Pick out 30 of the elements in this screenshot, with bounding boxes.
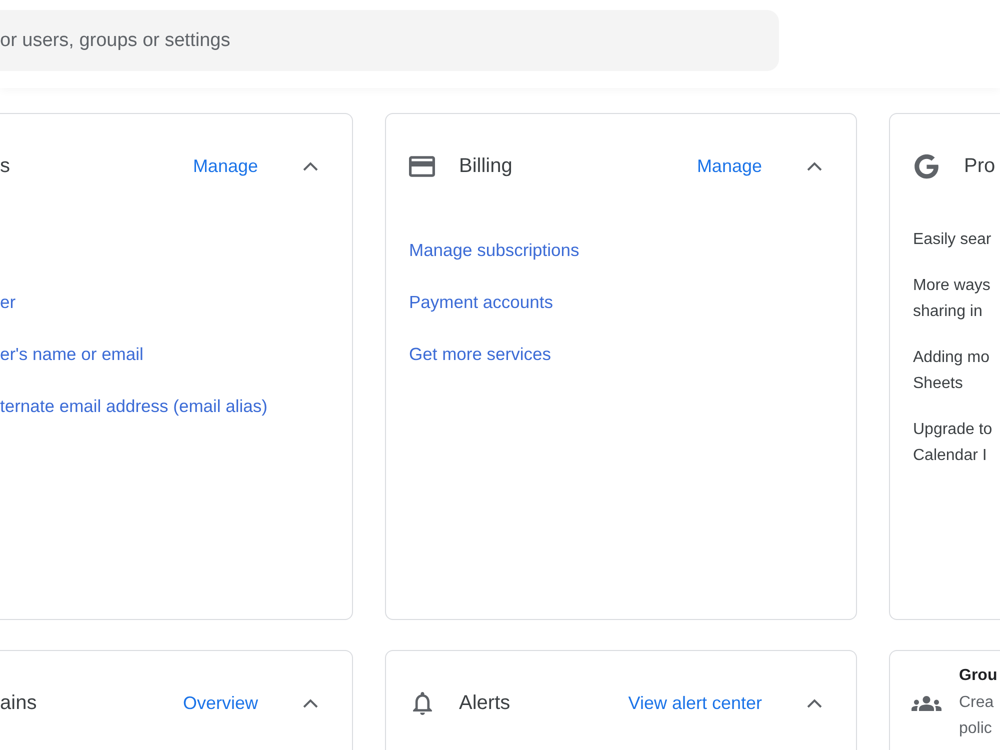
card-title: Pro (964, 154, 996, 179)
card-title: s (0, 154, 10, 179)
card-link[interactable]: Payment accounts (409, 289, 553, 315)
card-title: Billing (459, 154, 512, 179)
update-text: Easily sear (913, 230, 992, 250)
header-link[interactable]: Manage (192, 153, 258, 179)
bell-icon (412, 692, 432, 714)
card-link[interactable]: er's name or email (0, 341, 144, 367)
header-link[interactable]: View alert center (628, 690, 762, 716)
feature-description: Crea polic (959, 693, 995, 739)
caret-icon[interactable] (303, 698, 318, 708)
card-title: ains (0, 691, 37, 716)
header-link[interactable]: Manage (696, 153, 762, 179)
update-text: More ways sharing in (913, 276, 990, 322)
update-text: Adding mo Sheets (913, 348, 990, 394)
header-link[interactable]: Overview (182, 690, 258, 716)
card-link[interactable]: Get more services (409, 341, 551, 367)
credit-card-icon (409, 156, 435, 176)
caret-icon[interactable] (303, 162, 318, 170)
people-group-icon (911, 696, 942, 710)
google-g-icon (914, 154, 938, 178)
feature-title: Grou (959, 666, 998, 686)
search-field[interactable]: or users, groups or settings (0, 10, 779, 71)
caret-icon[interactable] (807, 162, 822, 170)
update-text: Upgrade to Calendar I (913, 420, 992, 466)
card-link[interactable]: Manage subscriptions (409, 237, 580, 263)
card-link[interactable]: ternate email address (email alias) (0, 393, 268, 419)
card-title: Alerts (459, 691, 510, 716)
card-link[interactable]: er (0, 289, 16, 315)
caret-icon[interactable] (807, 698, 822, 708)
